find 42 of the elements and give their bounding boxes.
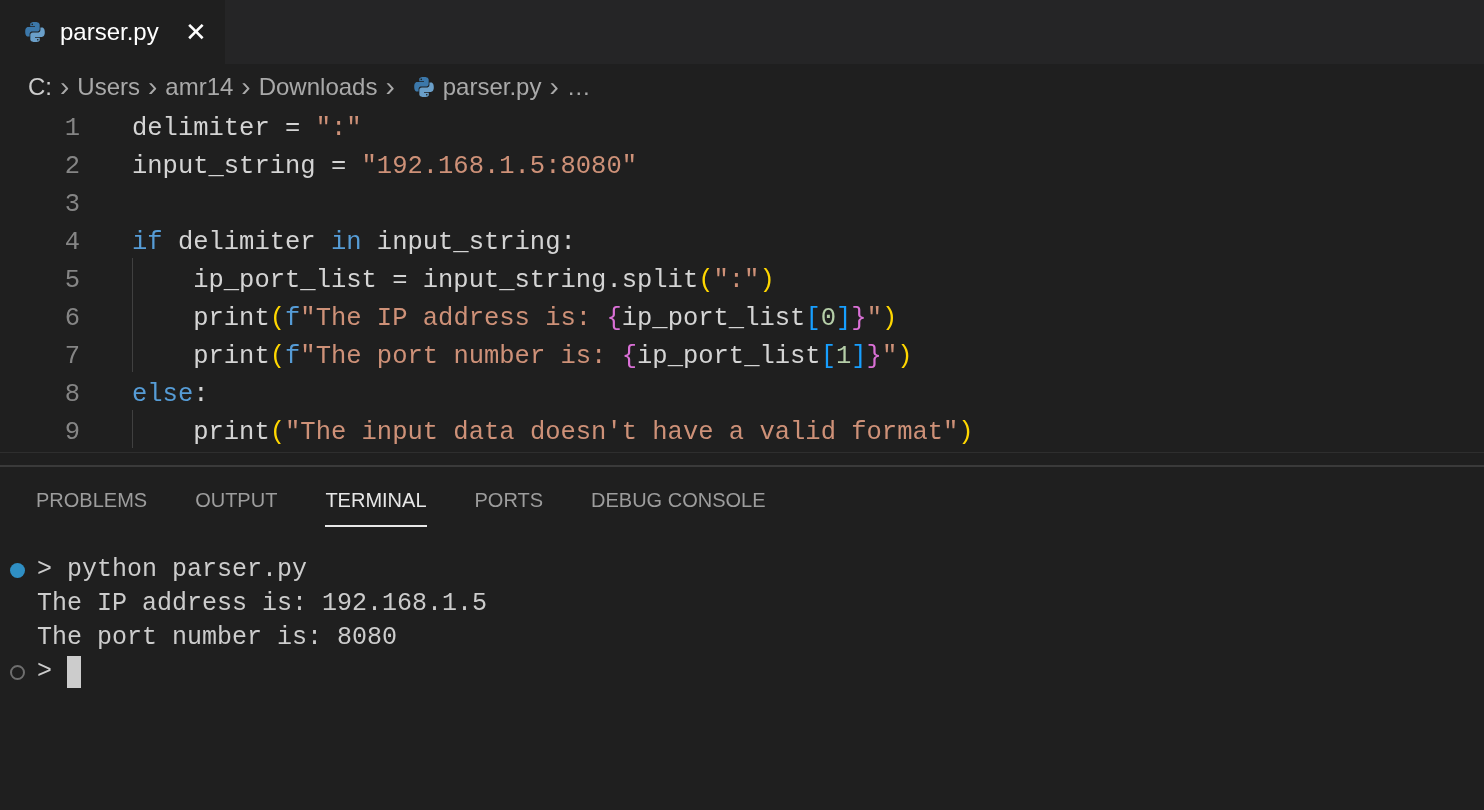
code-line: input_string = "192.168.1.5:8080" xyxy=(132,150,637,183)
code-line: if delimiter in input_string: xyxy=(132,226,576,259)
breadcrumb-item[interactable]: Downloads xyxy=(258,69,378,105)
breadcrumb-separator: › xyxy=(385,73,395,101)
breadcrumb-separator: › xyxy=(549,73,559,101)
breadcrumb-item[interactable]: Users xyxy=(77,69,140,105)
terminal-command: python parser.py xyxy=(67,554,308,587)
code-line: print("The input data doesn't have a valid format") xyxy=(132,413,974,453)
python-file-icon xyxy=(412,76,435,98)
code-line: delimiter = ":" xyxy=(132,112,362,145)
line-number: 7 xyxy=(63,340,80,373)
line-number: 2 xyxy=(63,150,80,183)
terminal-prompt: > xyxy=(37,554,52,587)
panel-tab[interactable]: PORTS xyxy=(474,485,544,527)
editor-tab[interactable]: parser.py ✕ xyxy=(0,0,225,64)
line-number: 3 xyxy=(63,188,80,221)
python-file-icon xyxy=(24,21,46,43)
breadcrumb-item[interactable]: parser.py xyxy=(442,69,542,105)
panel-tab[interactable]: PROBLEMS xyxy=(36,485,148,527)
line-number: 5 xyxy=(63,264,80,297)
breadcrumb-separator: › xyxy=(148,73,158,101)
line-number: 4 xyxy=(63,226,80,259)
terminal-output: The port number is: 8080 xyxy=(37,622,398,655)
panel-tab[interactable]: DEBUG CONSOLE xyxy=(591,485,766,527)
line-number: 1 xyxy=(63,112,80,145)
close-tab-button[interactable]: ✕ xyxy=(184,19,207,45)
panel-tab[interactable]: OUTPUT xyxy=(195,485,278,527)
code-line: print(f"The IP address is: {ip_port_list[0]}") xyxy=(132,299,898,339)
terminal-output: The IP address is: 192.168.1.5 xyxy=(37,588,488,621)
line-number: 9 xyxy=(63,416,80,449)
line-number: 6 xyxy=(63,302,80,335)
breadcrumb-separator: › xyxy=(60,73,70,101)
panel-tab[interactable]: TERMINAL xyxy=(325,485,427,527)
code-line: else: xyxy=(132,378,209,411)
breadcrumb-item[interactable]: C: xyxy=(28,69,52,105)
breadcrumb-separator: › xyxy=(241,73,251,101)
terminal-prompt: > xyxy=(37,656,52,689)
breadcrumb-item[interactable]: amr14 xyxy=(165,69,234,105)
breadcrumb-item[interactable]: … xyxy=(566,69,591,105)
code-line: ip_port_list = input_string.split(":") xyxy=(132,261,775,301)
code-line: print(f"The port number is: {ip_port_list[1]}") xyxy=(132,337,913,377)
line-number: 8 xyxy=(63,378,80,411)
